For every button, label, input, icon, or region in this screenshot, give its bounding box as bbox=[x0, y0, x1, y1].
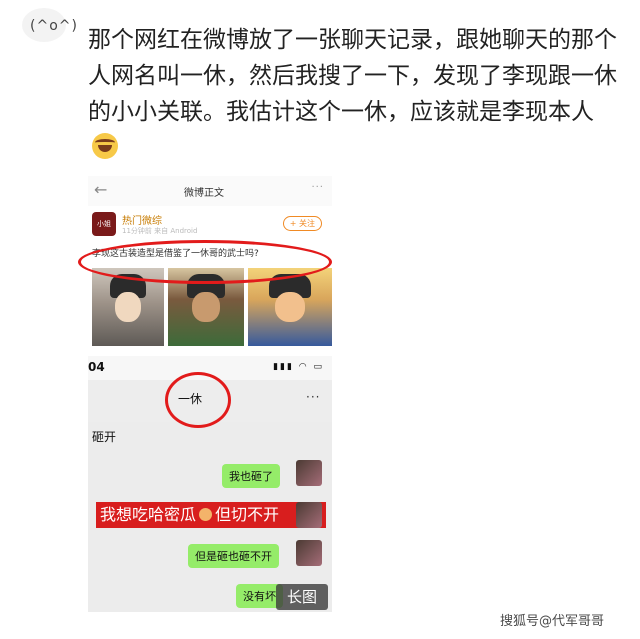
red-highlight-ellipse bbox=[78, 240, 332, 284]
status-icons: ▮▮▮ ◠ ▭ bbox=[273, 362, 324, 372]
weibo-nav-bar: ← 微博正文 ··· bbox=[88, 176, 332, 206]
highlighted-message: 我想吃哈密瓜 但切不开 bbox=[96, 502, 326, 528]
avatar-face: (^o^) bbox=[30, 18, 78, 34]
post-body: 那个网红在微博放了一张聊天记录，跟她聊天的那个人网名叫一休，然后我搜了一下，发现… bbox=[88, 22, 618, 166]
weibo-page-title: 微博正文 bbox=[184, 188, 224, 199]
highlight-text-tail: 但切不开 bbox=[215, 505, 280, 524]
weibo-user-meta: 11分钟前 来自 Android bbox=[122, 227, 198, 235]
long-image-badge[interactable]: 长图 bbox=[276, 584, 328, 610]
back-arrow-icon: ← bbox=[94, 180, 108, 199]
weibo-user-name: 热门微综 bbox=[122, 216, 162, 227]
status-time: 04 bbox=[88, 360, 105, 374]
chat-message-2: 但是砸也砸不开 bbox=[188, 544, 279, 568]
weibo-follow-button: + 关注 bbox=[282, 216, 322, 231]
highlight-text-main: 我想吃哈密瓜 bbox=[100, 505, 197, 524]
self-avatar bbox=[296, 502, 322, 528]
self-avatar bbox=[296, 540, 322, 566]
watermark: 搜狐号@代军哥哥 bbox=[500, 614, 605, 629]
author-avatar[interactable]: (^o^) bbox=[22, 8, 77, 42]
red-highlight-circle bbox=[165, 372, 231, 428]
laughing-emoji-icon bbox=[92, 133, 118, 159]
more-icon: ··· bbox=[311, 182, 324, 193]
chat-message-1: 我也砸了 bbox=[222, 464, 280, 488]
self-avatar bbox=[296, 460, 322, 486]
peer-message: 砸开 bbox=[92, 430, 117, 444]
weibo-user-avatar: 小姐 bbox=[92, 212, 116, 236]
chat-menu-icon: ··· bbox=[306, 390, 321, 404]
post-text: 那个网红在微博放了一张聊天记录，跟她聊天的那个人网名叫一休，然后我搜了一下，发现… bbox=[88, 27, 617, 125]
melon-emoji-icon bbox=[199, 508, 213, 521]
